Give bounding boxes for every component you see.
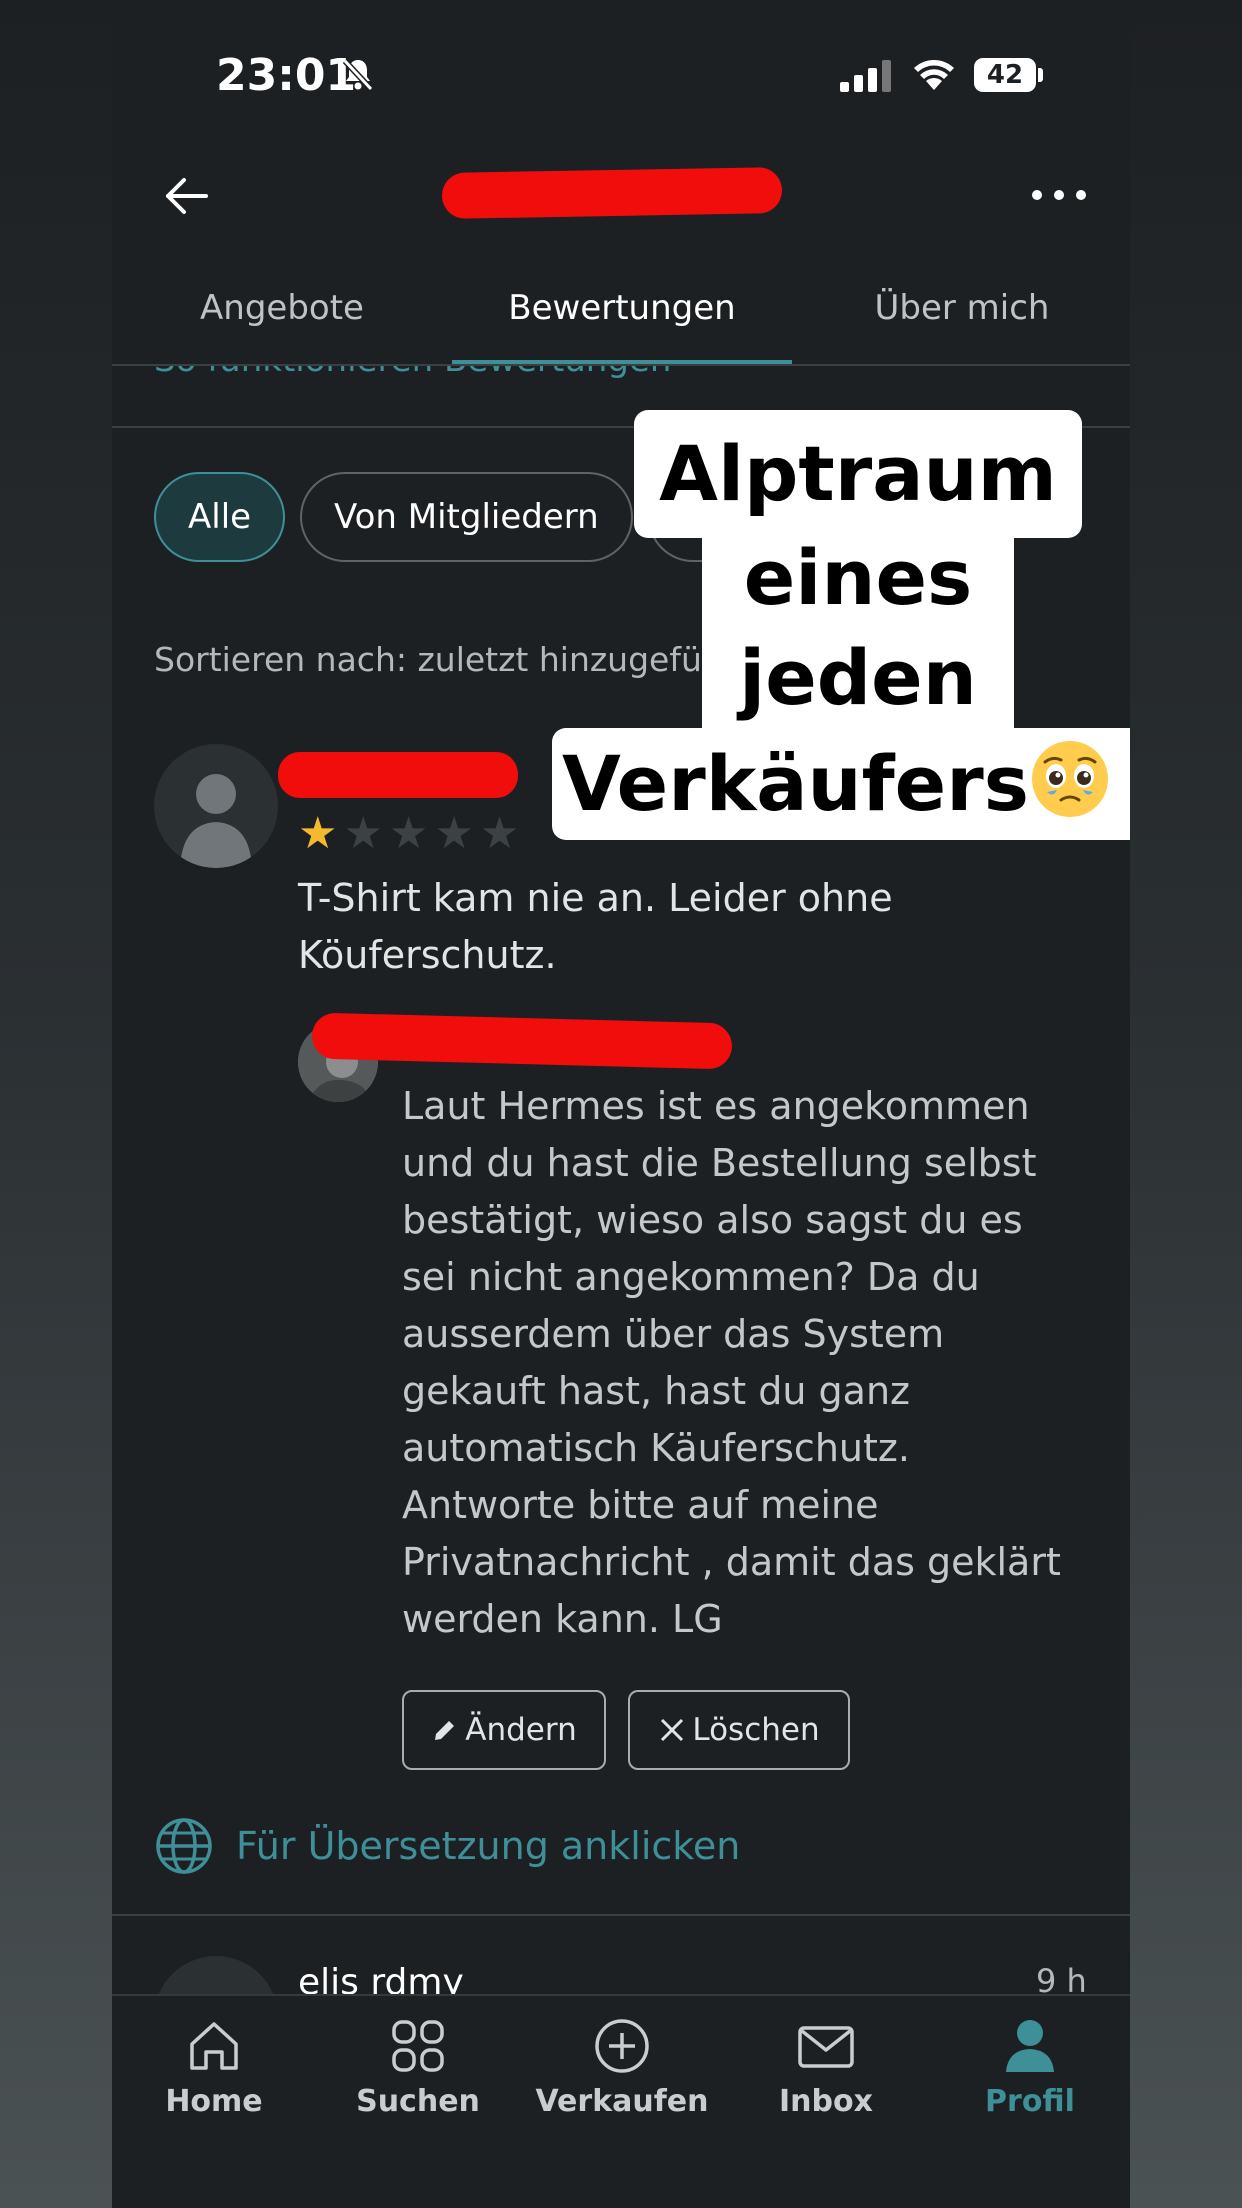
translate-label: Für Übersetzung anklicken xyxy=(236,1824,741,1868)
sort-selector[interactable]: Sortieren nach: zuletzt hinzugefü xyxy=(154,640,702,679)
phone-screen: 23:01 42 Angebote Bewertungen Über mich … xyxy=(112,0,1130,2208)
nav-label: Inbox xyxy=(779,2084,873,2119)
nav-home[interactable]: Home xyxy=(112,2016,316,2119)
reply-line: werden kann. LG xyxy=(402,1597,723,1641)
reply-line: Laut Hermes ist es angekommen xyxy=(402,1084,1030,1128)
bell-muted-icon xyxy=(342,58,374,92)
pencil-icon xyxy=(435,1721,455,1740)
globe-icon xyxy=(156,1818,212,1874)
bottom-navigation: Home Suchen Verkaufen Inbox Profil xyxy=(112,1994,1130,2208)
nav-label: Verkaufen xyxy=(535,2084,709,2119)
star-rating: ★ ★ ★ ★ ★ xyxy=(298,812,519,856)
nav-label: Profil xyxy=(985,2084,1075,2119)
home-icon xyxy=(190,2022,238,2070)
overlay-caption-line: Verkäufers xyxy=(552,728,1130,840)
star-empty-icon: ★ xyxy=(434,809,474,858)
overlay-caption-line: jeden xyxy=(702,630,1014,734)
translate-link[interactable]: Für Übersetzung anklicken xyxy=(154,1816,740,1876)
profile-tabs: Angebote Bewertungen Über mich xyxy=(112,250,1130,366)
edit-label: Ändern xyxy=(465,1712,577,1748)
nav-label: Suchen xyxy=(356,2084,480,2119)
cellular-signal-icon xyxy=(840,60,891,92)
redacted-profile-name xyxy=(441,167,783,219)
battery-cap xyxy=(1038,68,1043,82)
reply-line: ausserdem über das System xyxy=(402,1312,945,1356)
star-empty-icon: ★ xyxy=(343,809,383,858)
wifi-icon xyxy=(914,60,954,90)
review-text: T-Shirt kam nie an. Leider ohne Köufersc… xyxy=(298,870,1058,984)
grid-icon xyxy=(392,2020,444,2072)
nav-label: Home xyxy=(165,2084,263,2119)
plus-circle-icon xyxy=(595,2019,649,2073)
user-placeholder-icon xyxy=(180,774,252,868)
filter-chip-members[interactable]: Von Mitgliedern xyxy=(300,472,633,562)
reply-line: und du hast die Bestellung selbst xyxy=(402,1141,1037,1185)
overlay-caption-line: Alptraum xyxy=(634,410,1082,538)
status-time: 23:01 xyxy=(216,50,357,101)
delete-label: Löschen xyxy=(692,1712,820,1748)
delete-reply-button[interactable]: Löschen xyxy=(628,1690,850,1770)
star-filled-icon: ★ xyxy=(298,809,338,858)
tab-ueber-mich[interactable]: Über mich xyxy=(792,288,1130,328)
star-empty-icon: ★ xyxy=(388,809,429,858)
tab-bewertungen[interactable]: Bewertungen xyxy=(452,288,792,328)
active-tab-indicator xyxy=(452,360,792,364)
reply-line: automatisch Käuferschutz. xyxy=(402,1426,910,1470)
seller-reply-text: Laut Hermes ist es angekommen und du has… xyxy=(402,1078,1092,1648)
nav-sell[interactable]: Verkaufen xyxy=(520,2016,724,2119)
reply-line: bestätigt, wieso also sagst du es xyxy=(402,1198,1023,1242)
mail-icon xyxy=(798,2026,854,2068)
pleading-face-emoji-icon xyxy=(1031,741,1108,817)
edit-reply-button[interactable]: Ändern xyxy=(402,1690,606,1770)
avatar[interactable] xyxy=(154,744,278,868)
nav-search[interactable]: Suchen xyxy=(316,2016,520,2119)
nav-profile[interactable]: Profil xyxy=(928,2016,1130,2119)
back-arrow-icon[interactable] xyxy=(160,170,212,222)
tab-angebote[interactable]: Angebote xyxy=(112,288,452,328)
review-text-line: T-Shirt kam nie an. Leider ohne xyxy=(298,876,893,920)
star-empty-icon: ★ xyxy=(479,809,520,858)
reply-line: gekauft hast, hast du ganz xyxy=(402,1369,910,1413)
battery-indicator: 42 xyxy=(974,58,1036,92)
status-bar: 23:01 42 xyxy=(112,0,1130,150)
review-text-line: Köuferschutz. xyxy=(298,933,557,977)
more-options-icon[interactable] xyxy=(1032,190,1086,200)
reply-line: Antworte bitte auf meine xyxy=(402,1483,879,1527)
close-icon xyxy=(661,1718,684,1742)
person-icon xyxy=(1006,2020,1054,2072)
divider xyxy=(112,1914,1130,1916)
overlay-caption-text: Verkäufers xyxy=(562,739,1029,828)
redacted-reviewer-name xyxy=(278,752,518,798)
nav-inbox[interactable]: Inbox xyxy=(724,2016,928,2119)
overlay-caption-line: eines xyxy=(702,530,1014,634)
filter-chip-all[interactable]: Alle xyxy=(154,472,286,562)
reply-line: sei nicht angekommen? Da du xyxy=(402,1255,980,1299)
reply-line: Privatnachricht , damit das geklärt xyxy=(402,1540,1061,1584)
